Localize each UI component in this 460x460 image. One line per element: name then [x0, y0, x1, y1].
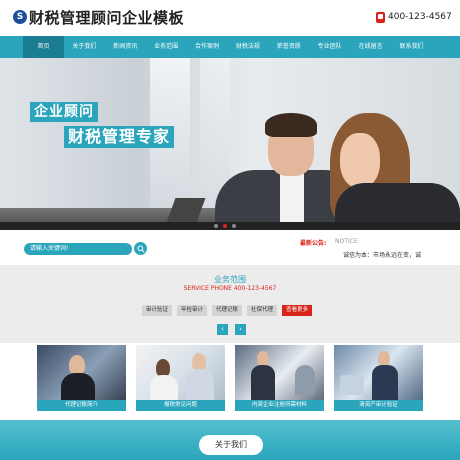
nav-item-about[interactable]: 关于我们 — [64, 36, 105, 58]
phone-icon — [376, 12, 385, 23]
nav-item-message[interactable]: 在线留言 — [350, 36, 391, 58]
search-icon — [137, 245, 145, 253]
nav-item-cases[interactable]: 合作案例 — [187, 36, 228, 58]
card-caption: 清资产审计验证 — [334, 400, 423, 411]
nav-item-regulations[interactable]: 财税法规 — [227, 36, 268, 58]
banner-slogan-line1: 企业顾问 — [30, 102, 98, 122]
person-figure — [251, 365, 275, 401]
tag-annual-audit[interactable]: 年检审计 — [177, 305, 208, 316]
search-button[interactable] — [133, 241, 148, 256]
slider-dot[interactable] — [232, 224, 236, 228]
banner-woman-face — [340, 133, 380, 188]
notice-text[interactable]: 诚信为本：市场永远在变，诚 — [343, 250, 421, 259]
notice-label-en: NOTICE — [335, 238, 358, 245]
logo-icon[interactable]: S — [13, 10, 27, 24]
hero-banner[interactable]: 企业顾问 财税管理专家 — [0, 58, 460, 230]
business-tags: 审计验证 年检审计 代理记账 社保代理 查看更多 — [142, 305, 313, 316]
nav-item-business[interactable]: 业务范围 — [146, 36, 187, 58]
person-figure — [186, 369, 214, 401]
card-asset-audit[interactable]: 清资产审计验证 — [334, 345, 423, 411]
person-figure — [295, 365, 315, 395]
tag-social-insurance[interactable]: 社保代理 — [247, 305, 278, 316]
tag-audit-verify[interactable]: 审计验证 — [142, 305, 173, 316]
chevron-right-icon[interactable]: › — [235, 324, 246, 335]
card-caption: 报税常见问题 — [136, 400, 225, 411]
slider-dot[interactable] — [214, 224, 218, 228]
person-figure — [372, 365, 398, 401]
notice-label: 最新公告: — [300, 240, 327, 247]
site-title[interactable]: 财税管理顾问企业模板 — [29, 7, 184, 28]
banner-man-shirt — [280, 170, 304, 230]
person-figure — [378, 351, 390, 366]
chart-paper — [340, 375, 364, 395]
banner-slogan-line2: 财税管理专家 — [64, 126, 175, 148]
chevron-left-icon[interactable]: ‹ — [217, 324, 228, 335]
person-figure — [69, 355, 85, 375]
slider-dot-active[interactable] — [223, 224, 227, 228]
card-bookkeeping[interactable]: 代理记账简介 — [37, 345, 126, 411]
nav-item-news[interactable]: 新闻资讯 — [105, 36, 146, 58]
site-header: S 财税管理顾问企业模板 400-123-4567 — [0, 0, 460, 36]
business-title: 业务范围 — [214, 275, 246, 284]
tag-bookkeeping[interactable]: 代理记账 — [212, 305, 243, 316]
nav-item-honors[interactable]: 荣誉资质 — [268, 36, 309, 58]
card-company-registration[interactable]: 内资企业注册所需材料 — [235, 345, 324, 411]
about-us-button[interactable]: 关于我们 — [199, 435, 263, 455]
search-input[interactable] — [24, 243, 132, 255]
person-figure — [61, 373, 95, 403]
nav-item-team[interactable]: 专业团队 — [309, 36, 350, 58]
slider-bar — [0, 222, 460, 230]
view-more-button[interactable]: 查看更多 — [282, 305, 313, 316]
business-phone: SERVICE PHONE 400-123-4567 — [183, 285, 277, 292]
nav-item-contact[interactable]: 联系我们 — [391, 36, 432, 58]
banner-man-hair — [265, 113, 317, 137]
header-phone: 400-123-4567 — [388, 12, 452, 22]
card-caption: 代理记账简介 — [37, 400, 126, 411]
nav-item-home[interactable]: 首页 — [23, 36, 64, 58]
card-caption: 内资企业注册所需材料 — [235, 400, 324, 411]
person-figure — [257, 351, 269, 366]
main-nav: 首页 关于我们 新闻资讯 业务范围 合作案例 财税法规 荣誉资质 专业团队 在线… — [0, 36, 460, 58]
card-tax-faq[interactable]: 报税常见问题 — [136, 345, 225, 411]
person-figure — [150, 375, 178, 401]
